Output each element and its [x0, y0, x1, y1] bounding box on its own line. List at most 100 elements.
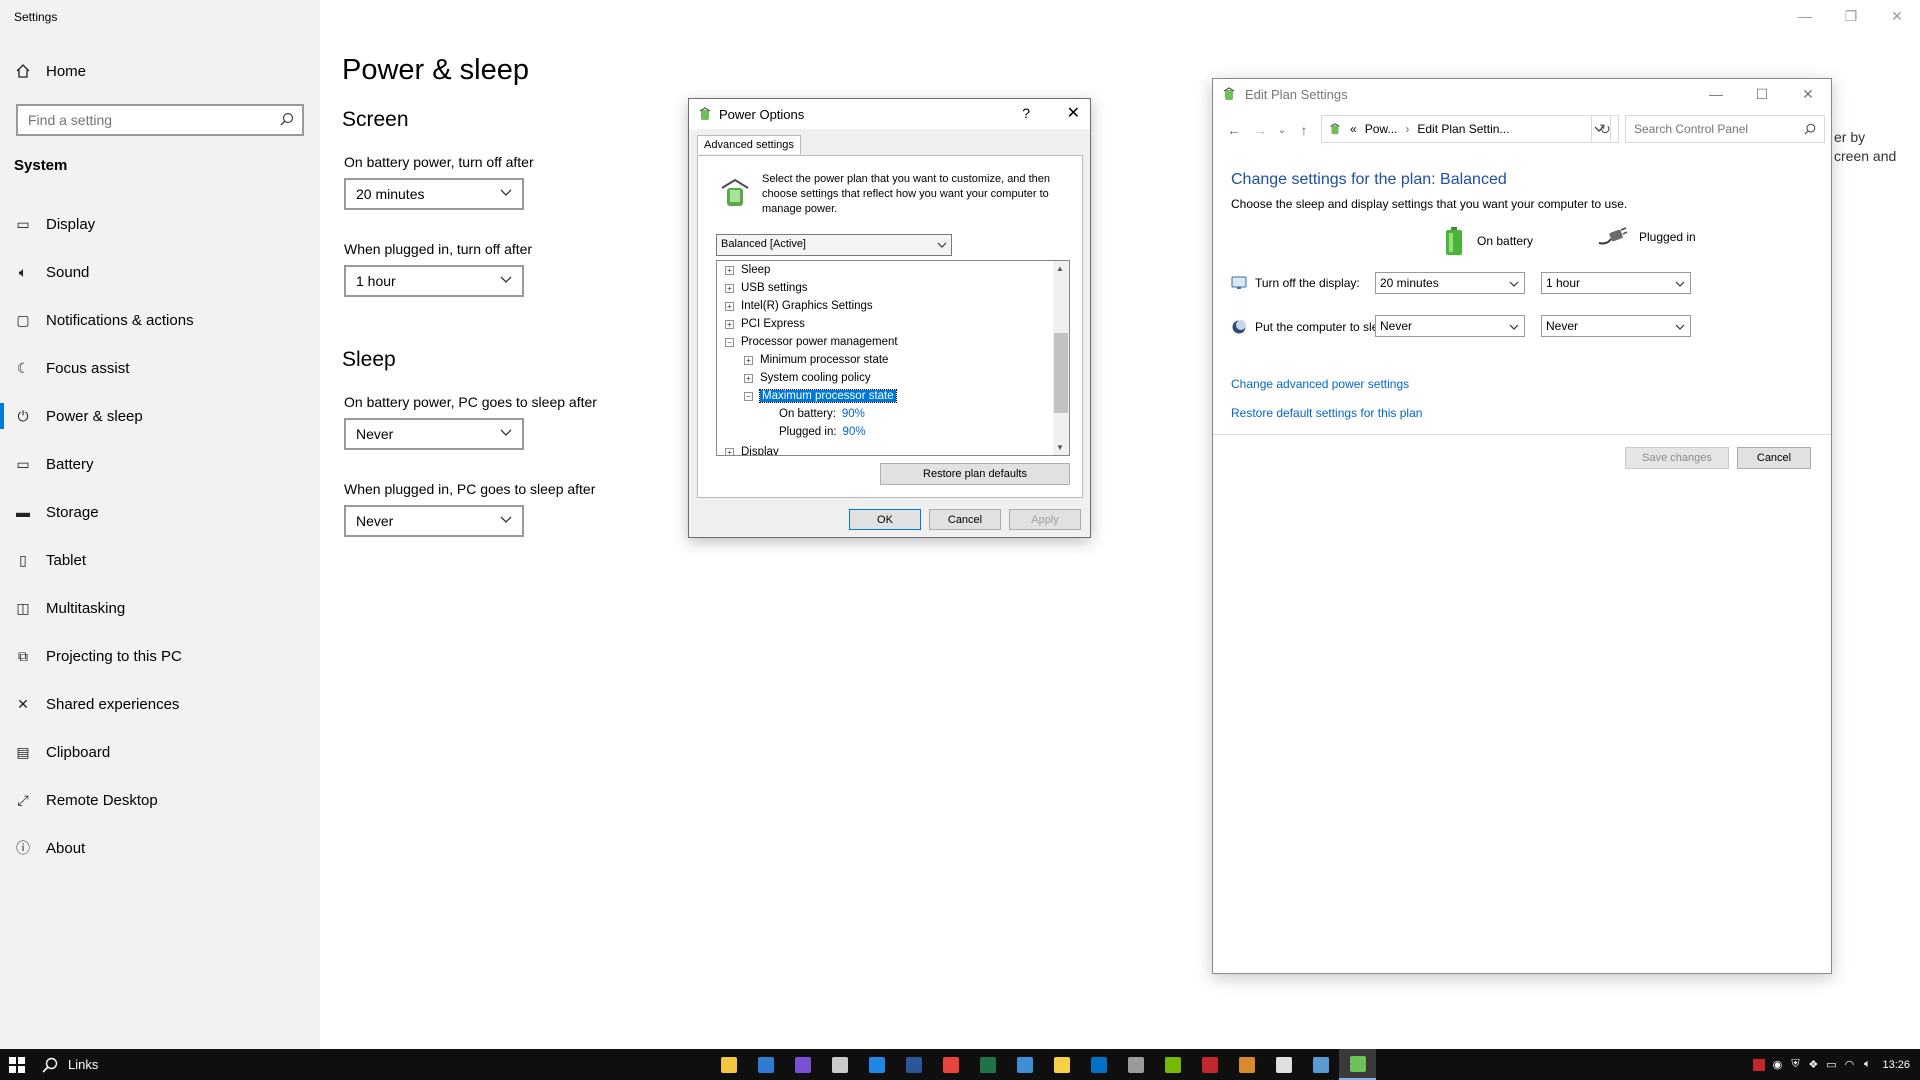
scrollbar-thumb[interactable] [1054, 333, 1068, 413]
nav-item-display[interactable]: ▭ Display [14, 215, 95, 233]
up-button[interactable]: ↑ [1291, 117, 1317, 143]
recent-locations-button[interactable]: ⌄ [1273, 117, 1291, 143]
expand-icon[interactable]: + [744, 373, 753, 383]
close-button[interactable]: ✕ [1874, 0, 1920, 32]
taskbar-app[interactable] [895, 1049, 932, 1080]
scroll-up-icon[interactable]: ▲ [1056, 264, 1064, 273]
settings-search-input[interactable] [18, 106, 258, 134]
taskbar-app[interactable] [747, 1049, 784, 1080]
expand-icon[interactable]: + [725, 319, 734, 329]
breadcrumb-item[interactable]: Pow... [1365, 122, 1398, 136]
nav-item-shared-experiences[interactable]: ✕ Shared experiences [14, 695, 179, 713]
taskbar-app[interactable] [1006, 1049, 1043, 1080]
taskbar-app[interactable] [1117, 1049, 1154, 1080]
nav-item-power-sleep[interactable]: ⏻ Power & sleep [14, 407, 142, 425]
control-panel-search[interactable] [1625, 115, 1825, 143]
maximize-button[interactable]: ☐ [1739, 79, 1785, 109]
restore-plan-defaults-button[interactable]: Restore plan defaults [880, 463, 1070, 485]
breadcrumb[interactable]: « Pow... › Edit Plan Settin... [1321, 115, 1611, 143]
restore-default-settings-link[interactable]: Restore default settings for this plan [1231, 406, 1422, 420]
tree-item[interactable]: + PCI Express [725, 315, 805, 333]
save-changes-button[interactable]: Save changes [1625, 447, 1729, 469]
ok-button[interactable]: OK [849, 509, 921, 530]
forward-button[interactable]: → [1247, 117, 1273, 143]
taskbar-app[interactable] [1191, 1049, 1228, 1080]
display-plugged-select[interactable]: 1 hour [1541, 272, 1691, 294]
tree-item[interactable]: − Processor power management [725, 333, 898, 351]
sleep-plugged-select[interactable]: Never [1541, 315, 1691, 337]
sleep-plugged-dropdown[interactable]: Never [344, 505, 524, 537]
tree-item[interactable]: + Minimum processor state [744, 351, 888, 369]
close-button[interactable]: ✕ [1785, 79, 1831, 109]
tree-value-row[interactable]: Plugged in: 90% [779, 423, 866, 441]
clock[interactable]: 13:26 [1882, 1059, 1910, 1071]
nav-item-storage[interactable]: ▬ Storage [14, 503, 99, 521]
plan-select[interactable]: Balanced [Active] [716, 234, 952, 256]
nav-item-sound[interactable]: 🔈︎ Sound [14, 263, 90, 281]
taskbar-app[interactable] [1339, 1049, 1376, 1080]
collapse-icon[interactable]: − [725, 337, 734, 347]
taskbar-app[interactable] [1302, 1049, 1339, 1080]
screen-plugged-dropdown[interactable]: 1 hour [344, 265, 524, 297]
tree-item[interactable]: + System cooling policy [744, 369, 871, 387]
control-panel-search-input[interactable] [1626, 116, 1786, 142]
taskbar-app[interactable] [932, 1049, 969, 1080]
restore-button[interactable]: ❐ [1828, 0, 1874, 32]
minimize-button[interactable]: — [1782, 0, 1828, 32]
tree-value-row[interactable]: On battery: 90% [779, 405, 865, 423]
tab-advanced-settings[interactable]: Advanced settings [697, 135, 801, 154]
taskbar-app[interactable] [784, 1049, 821, 1080]
tree-scrollbar[interactable]: ▲ ▼ [1053, 261, 1069, 455]
sleep-battery-select[interactable]: Never [1375, 315, 1525, 337]
nav-item-projecting[interactable]: ⧉ Projecting to this PC [14, 647, 182, 665]
tree-item-selected[interactable]: − Maximum processor state [744, 387, 897, 405]
nav-item-notifications[interactable]: ▢ Notifications & actions [14, 311, 193, 329]
taskbar-app[interactable] [1080, 1049, 1117, 1080]
change-advanced-power-settings-link[interactable]: Change advanced power settings [1231, 377, 1409, 391]
minimize-button[interactable]: — [1693, 79, 1739, 109]
taskbar-app[interactable] [1043, 1049, 1080, 1080]
nav-item-focus-assist[interactable]: ☾ Focus assist [14, 359, 130, 377]
start-button[interactable] [0, 1049, 34, 1080]
acrobat-tray-icon[interactable] [1750, 1049, 1768, 1080]
sleep-battery-dropdown[interactable]: Never [344, 418, 524, 450]
nav-item-remote-desktop[interactable]: ⤢ Remote Desktop [14, 791, 157, 809]
expand-icon[interactable]: + [725, 447, 734, 455]
refresh-button[interactable]: ↻ [1591, 115, 1619, 143]
taskbar-app[interactable] [858, 1049, 895, 1080]
back-button[interactable]: ← [1221, 117, 1247, 143]
battery-tray-icon[interactable]: ▭ [1822, 1049, 1840, 1080]
nav-item-multitasking[interactable]: ◫ Multitasking [14, 599, 125, 617]
scroll-down-icon[interactable]: ▼ [1056, 443, 1064, 452]
taskbar-app[interactable] [1154, 1049, 1191, 1080]
taskbar-app[interactable] [710, 1049, 747, 1080]
taskbar-app[interactable] [969, 1049, 1006, 1080]
nav-item-clipboard[interactable]: ▤ Clipboard [14, 743, 110, 761]
security-tray-icon[interactable]: ⛨ [1786, 1049, 1804, 1080]
expand-icon[interactable]: + [744, 355, 753, 365]
settings-search-box[interactable] [16, 104, 304, 136]
steam-tray-icon[interactable]: ◉ [1768, 1049, 1786, 1080]
nav-item-tablet[interactable]: ▯ Tablet [14, 551, 86, 569]
expand-icon[interactable]: + [725, 265, 734, 275]
expand-icon[interactable]: + [725, 283, 734, 293]
collapse-icon[interactable]: − [744, 391, 753, 401]
breadcrumb-item[interactable]: Edit Plan Settin... [1417, 122, 1509, 136]
apply-button[interactable]: Apply [1009, 509, 1081, 530]
cancel-button[interactable]: Cancel [1737, 447, 1811, 469]
nav-item-about[interactable]: ⓘ About [14, 839, 85, 857]
help-button[interactable]: ? [1022, 105, 1030, 121]
cancel-button[interactable]: Cancel [929, 509, 1001, 530]
dropbox-tray-icon[interactable]: ❖ [1804, 1049, 1822, 1080]
tree-item[interactable]: + USB settings [725, 279, 807, 297]
taskbar-app[interactable] [821, 1049, 858, 1080]
nav-home[interactable]: Home [14, 62, 86, 80]
tree-item[interactable]: + Intel(R) Graphics Settings [725, 297, 873, 315]
tree-value-link[interactable]: 90% [843, 426, 866, 438]
screen-battery-dropdown[interactable]: 20 minutes [344, 178, 524, 210]
breadcrumb-overflow[interactable]: « [1350, 122, 1357, 136]
taskbar-search[interactable]: Links [42, 1057, 98, 1073]
tree-value-link[interactable]: 90% [842, 408, 865, 420]
tree-item[interactable]: + Sleep [725, 261, 770, 279]
close-button[interactable]: ✕ [1067, 103, 1080, 123]
